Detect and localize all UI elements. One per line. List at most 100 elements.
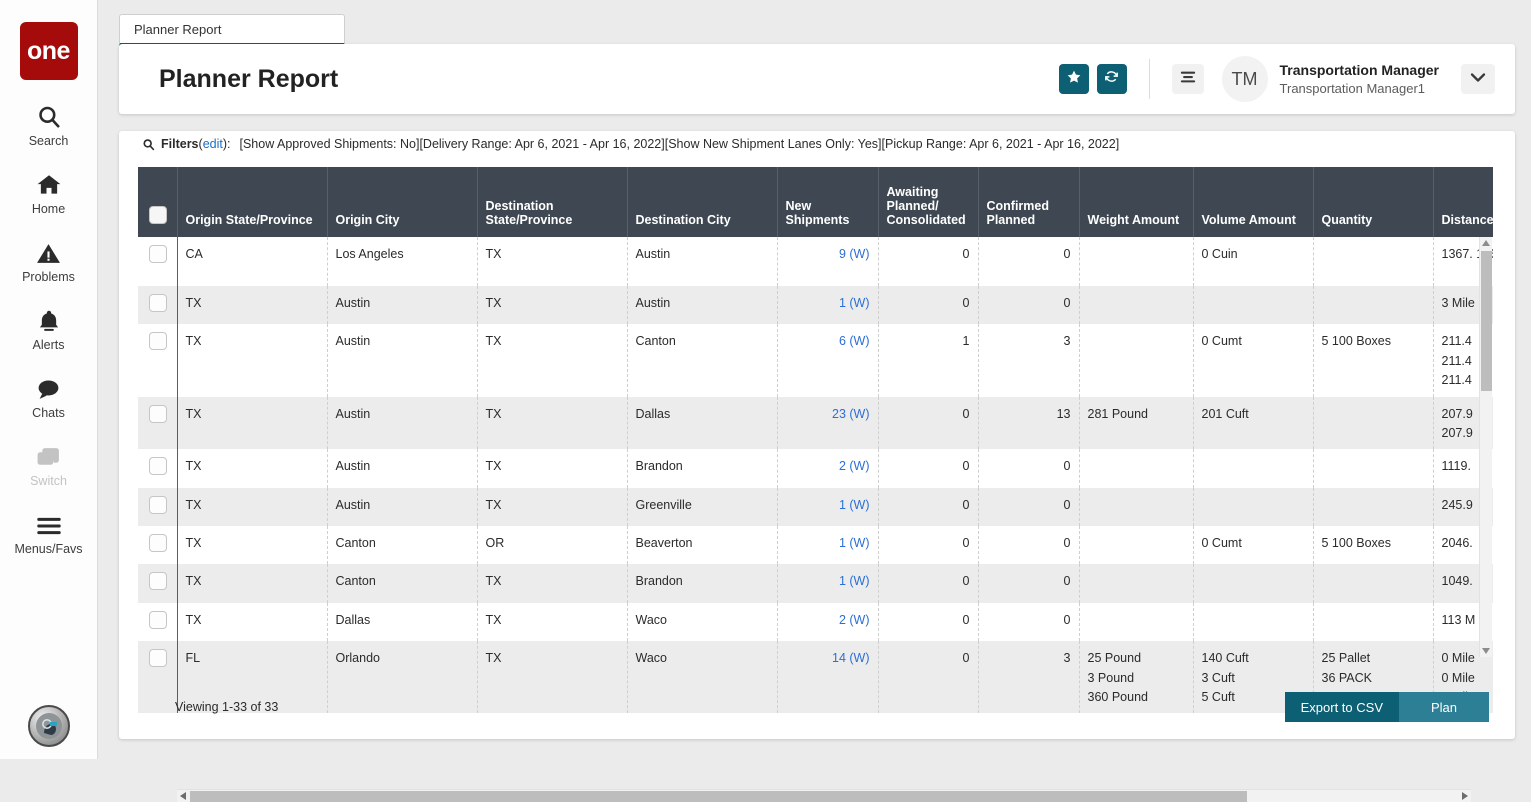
col-weight-amount[interactable]: Weight Amount [1078,167,1193,237]
table-body: CA Los Angeles TX Austin 9 (W) 0 0 0 Cui… [138,237,1493,714]
table-row[interactable]: TX Austin TX Canton 6 (W) 1 3 0 Cumt 5 1… [138,324,1493,397]
horizontal-scroll-thumb[interactable] [190,791,1247,802]
new-shipments-link[interactable]: 6 (W) [839,334,870,348]
row-checkbox[interactable] [149,294,167,312]
col-origin-city[interactable]: Origin City [326,167,477,237]
table-row[interactable]: CA Los Angeles TX Austin 9 (W) 0 0 0 Cui… [138,237,1493,286]
search-icon [142,138,155,151]
star-icon [1066,69,1082,90]
col-origin-state[interactable]: Origin State/Province [176,167,327,237]
cell-new-shipments: 2 (W) [776,449,878,488]
new-shipments-link[interactable]: 1 (W) [839,296,870,310]
export-to-csv-button[interactable]: Export to CSV [1284,692,1399,722]
new-shipments-link[interactable]: 1 (W) [839,574,870,588]
nav-item-switch[interactable]: Switch [0,440,98,488]
cell-origin-state: CA [176,237,327,286]
table-row[interactable]: TX Canton TX Brandon 1 (W) 0 0 1049. [138,564,1493,603]
col-destination-state[interactable]: Destination State/Province [476,167,627,237]
table-row[interactable]: TX Austin TX Brandon 2 (W) 0 0 1119. [138,449,1493,488]
cell-destination-state: TX [476,564,627,603]
tab-planner-report[interactable]: Planner Report [119,14,345,46]
new-shipments-link[interactable]: 2 (W) [839,613,870,627]
col-new-shipments[interactable]: New Shipments [776,167,878,237]
table-row[interactable]: TX Austin TX Austin 1 (W) 0 0 3 Mile [138,286,1493,325]
cell-origin-city: Austin [326,324,477,397]
ai-assistant-avatar-icon[interactable] [27,705,70,747]
col-awaiting-planned-consolidated[interactable]: Awaiting Planned/ Consolidated [877,167,978,237]
cell-volume [1192,286,1313,325]
row-select-cell [138,396,178,450]
cell-destination-city: Brandon [626,449,777,488]
col-distance[interactable]: Distance [1432,167,1493,237]
scroll-down-arrow-icon[interactable] [1482,648,1490,654]
row-checkbox[interactable] [149,610,167,629]
filters-bar: Filters (edit): [Show Approved Shipments… [119,131,1515,157]
chat-bubble-icon [35,372,62,402]
nav-item-menus-favs[interactable]: Menus/Favs [0,508,98,556]
nav-label-search: Search [28,134,69,148]
row-checkbox[interactable] [149,245,167,263]
col-quantity[interactable]: Quantity [1312,167,1433,237]
nav-item-problems[interactable]: Problems [0,236,98,284]
refresh-button[interactable] [1096,64,1127,94]
user-menu-button[interactable] [1461,64,1495,94]
col-confirmed-planned[interactable]: Confirmed Planned [977,167,1079,237]
new-shipments-link[interactable]: 2 (W) [839,459,870,473]
cell-confirmed: 0 [977,602,1079,642]
favorite-button[interactable] [1058,64,1089,94]
new-shipments-link[interactable]: 23 (W) [832,407,870,421]
cell-volume: 0 Cuin [1192,237,1313,286]
table-row[interactable]: TX Dallas TX Waco 2 (W) 0 0 113 M [138,602,1493,642]
cell-volume: 0 Cumt [1192,324,1313,397]
row-checkbox[interactable] [149,572,167,591]
cell-weight [1078,602,1193,642]
col-destination-city[interactable]: Destination City [626,167,777,237]
grid-horizontal-scrollbar[interactable] [177,789,1471,802]
cell-awaiting: 0 [877,564,978,603]
filters-edit-link[interactable]: edit [203,137,223,151]
list-menu-button[interactable] [1171,64,1204,94]
cell-origin-city: Austin [326,286,477,325]
nav-item-home[interactable]: Home [0,168,98,216]
scroll-up-arrow-icon[interactable] [1482,240,1490,246]
table-row[interactable]: TX Austin TX Greenville 1 (W) 0 0 245.9 [138,487,1493,526]
new-shipments-link[interactable]: 1 (W) [839,498,870,512]
table-row[interactable]: TX Canton OR Beaverton 1 (W) 0 0 0 Cumt … [138,526,1493,565]
row-checkbox[interactable] [149,404,167,423]
row-select-cell [138,237,178,286]
cell-origin-state: TX [176,526,327,565]
nav-item-alerts[interactable]: Alerts [0,304,98,352]
cell-awaiting: 0 [877,396,978,450]
cell-destination-city: Brandon [626,564,777,603]
nav-item-chats[interactable]: Chats [0,372,98,420]
new-shipments-link[interactable]: 1 (W) [839,536,870,550]
row-checkbox[interactable] [149,649,167,668]
cell-destination-state: TX [476,237,627,286]
row-checkbox[interactable] [149,332,167,351]
user-subtitle: Transportation Manager1 [1279,80,1426,96]
page-header-card: Planner Report TM Transportation Manager… [119,44,1515,114]
bell-icon [36,304,62,334]
vertical-scroll-thumb[interactable] [1481,251,1492,391]
cell-destination-city: Waco [626,602,777,642]
table-row[interactable]: TX Austin TX Dallas 23 (W) 0 13 281 Poun… [138,396,1493,450]
col-volume-amount[interactable]: Volume Amount [1192,167,1313,237]
tab-label: Planner Report [134,21,222,37]
row-checkbox[interactable] [149,534,167,552]
row-checkbox[interactable] [149,495,167,514]
search-icon [36,100,62,130]
plan-button[interactable]: Plan [1399,692,1489,722]
cell-volume: 201 Cuft [1192,396,1313,450]
nav-item-search[interactable]: Search [0,100,98,148]
new-shipments-link[interactable]: 14 (W) [832,651,870,665]
scroll-right-arrow-icon[interactable] [1462,792,1468,800]
new-shipments-link[interactable]: 9 (W) [839,247,870,261]
report-panel: Filters (edit): [Show Approved Shipments… [119,131,1515,802]
avatar[interactable]: TM [1221,56,1268,102]
cell-destination-state: TX [476,324,627,397]
grid-vertical-scrollbar[interactable] [1479,237,1492,657]
app-logo[interactable]: one [19,22,78,80]
scroll-left-arrow-icon[interactable] [180,792,186,800]
row-checkbox[interactable] [149,457,167,476]
select-all-checkbox[interactable] [149,206,167,224]
